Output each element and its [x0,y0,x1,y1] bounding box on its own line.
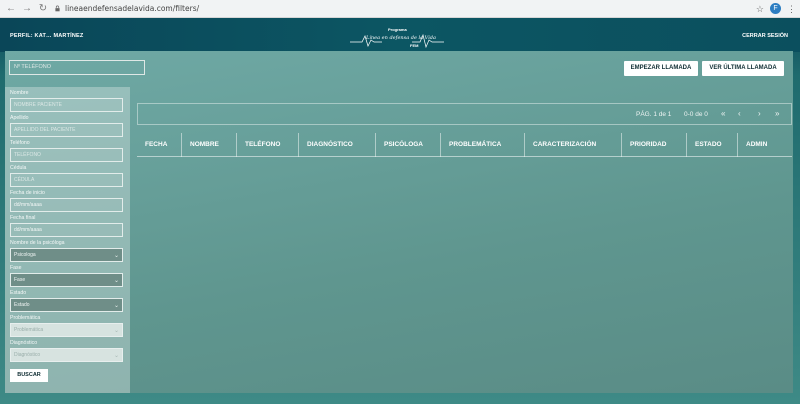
menu-icon[interactable]: ⋮ [787,3,796,15]
record-count: 0-0 de 0 [684,111,708,118]
chevron-down-icon: ⌄ [113,303,119,309]
fecha-inicio-input[interactable]: dd/mm/aaaa [10,198,123,212]
column-caracterizacion[interactable]: CARACTERIZACIÓN [524,133,621,157]
app-root: PERFIL: KAT… MARTÍNEZ Programa Línea en … [0,18,800,404]
telefono-input[interactable]: TELÉFONO [10,148,123,162]
psicologa-select[interactable]: Psicologa ⌄ [10,248,123,262]
column-prioridad[interactable]: PRIORIDAD [621,133,686,157]
diagnostico-value: Diagnóstico [14,352,41,358]
start-call-button[interactable]: EMPEZAR LLAMADA [624,61,698,76]
column-nombre[interactable]: NOMBRE [181,133,236,157]
apellido-label: Apellido [10,115,29,121]
chevron-down-icon: ⌄ [113,278,119,284]
chevron-down-icon: ⌄ [113,328,119,334]
problematica-select[interactable]: Problemática ⌄ [10,323,123,337]
diagnostico-select[interactable]: Diagnóstico ⌄ [10,348,123,362]
logout-link[interactable]: CERRAR SESIÓN [742,33,788,39]
fecha-final-label: Fecha final [10,215,36,221]
column-diagnostico[interactable]: DIAGNÓSTICO [298,133,375,157]
cedula-input[interactable]: CÉDULA [10,173,123,187]
chevron-down-icon: ⌄ [113,353,119,359]
profile-name: PERFIL: KAT… MARTÍNEZ [10,33,84,39]
phone-search-input[interactable]: Nº TELÉFONO [9,60,145,75]
last-page-icon[interactable]: » [775,109,779,118]
app-header: PERFIL: KAT… MARTÍNEZ Programa Línea en … [0,18,800,52]
diagnostico-label: Diagnóstico [10,340,38,346]
nombre-label: Nombre [10,90,29,96]
search-button[interactable]: BUSCAR [10,369,48,382]
telefono-label: Teléfono [10,140,30,146]
column-psicologa[interactable]: PSICÓLOGA [375,133,440,157]
column-admin[interactable]: ADMIN [737,133,792,157]
browser-toolbar: ← → ↻ lineaendefensadelavida.com/filters… [0,0,800,18]
view-last-call-button[interactable]: VER ÚLTIMA LLAMADA [702,61,784,76]
column-fecha[interactable]: FECHA [137,133,181,157]
fase-label: Fase [10,265,22,271]
first-page-icon[interactable]: « [721,109,725,118]
fase-value: Fase [14,277,26,283]
profile-avatar[interactable]: F [770,3,781,14]
column-estado[interactable]: ESTADO [686,133,737,157]
address-bar[interactable]: lineaendefensadelavida.com/filters/ [54,4,199,13]
psicologa-value: Psicologa [14,252,36,258]
psicologa-label: Nombre de la psicóloga [10,240,65,246]
nombre-input[interactable]: NOMBRE PACIENTE [10,98,123,112]
star-icon[interactable]: ☆ [756,3,764,15]
estado-label: Estado [10,290,27,296]
column-problematica[interactable]: PROBLEMÁTICA [440,133,524,157]
chevron-down-icon: ⌄ [113,253,119,259]
url-text: lineaendefensadelavida.com/filters/ [65,4,200,13]
problematica-label: Problemática [10,315,41,321]
estado-select[interactable]: Estado ⌄ [10,298,123,312]
forward-icon[interactable]: → [22,3,32,14]
estado-value: Estado [14,302,30,308]
cedula-label: Cédula [10,165,27,171]
fase-select[interactable]: Fase ⌄ [10,273,123,287]
lock-icon [55,5,60,12]
main-card: Nº TELÉFONO EMPEZAR LLAMADA VER ÚLTIMA L… [5,51,793,393]
filters-panel: Nombre NOMBRE PACIENTE Apellido APELLIDO… [5,87,130,393]
next-page-icon[interactable]: › [758,109,761,118]
pagination-bar: PÁG. 1 de 1 0-0 de 0 « ‹ › » [137,103,792,125]
column-telefono[interactable]: TELÉFONO [236,133,298,157]
program-logo: Programa Línea en defensa de la Vida FEM [348,24,446,52]
apellido-input[interactable]: APELLIDO DEL PACIENTE [10,123,123,137]
prev-page-icon[interactable]: ‹ [738,109,741,118]
reload-icon[interactable]: ↻ [38,3,48,14]
page-indicator: PÁG. 1 de 1 [636,111,672,118]
back-icon[interactable]: ← [6,3,16,14]
table-header: FECHA NOMBRE TELÉFONO DIAGNÓSTICO PSICÓL… [137,133,792,157]
fecha-final-input[interactable]: dd/mm/aaaa [10,223,123,237]
fecha-inicio-label: Fecha de inicio [10,190,45,196]
problematica-value: Problemática [14,327,44,333]
